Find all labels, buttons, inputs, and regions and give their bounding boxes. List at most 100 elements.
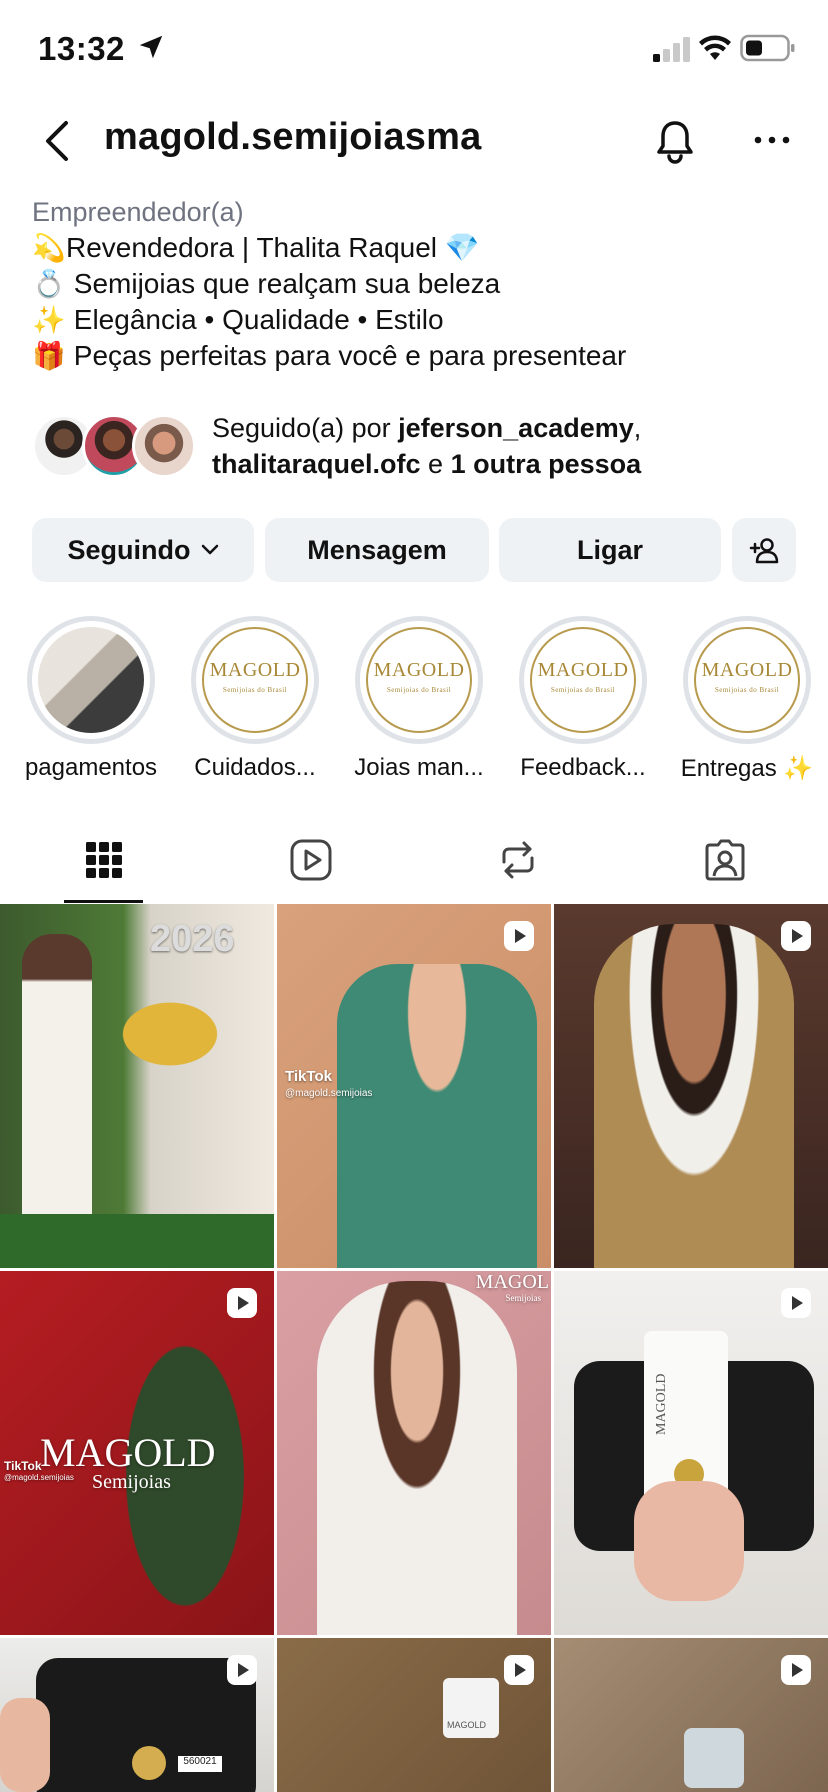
logo-sub: Semijoias do Brasil: [386, 686, 452, 694]
bio-line: ✨ Elegância • Qualidade • Estilo: [32, 302, 812, 338]
tiktok-label: TikTok: [4, 1459, 42, 1473]
post-thumbnail[interactable]: MAGOL Semijoias: [277, 1271, 551, 1635]
magold-corner-sub: Semijoias: [505, 1293, 542, 1303]
bio-line: 💍 Semijoias que realçam sua beleza: [32, 266, 812, 302]
reel-badge-icon: [781, 1655, 811, 1685]
magold-logo: MAGOLD Semijoias do Brasil: [694, 627, 800, 733]
story-highlights: pagamentos MAGOLD Semijoias do Brasil Cui…: [0, 616, 828, 786]
message-button-label: Mensagem: [307, 534, 447, 565]
call-button-label: Ligar: [576, 534, 643, 565]
bio-line: 🎁 Peças perfeitas para você e para prese…: [32, 338, 812, 374]
chevron-down-icon: [201, 544, 218, 555]
highlight-label: Entregas ✨: [680, 755, 814, 782]
profile-category: Empreendedor(a): [32, 197, 244, 227]
post-thumbnail[interactable]: MAGOLD: [554, 1271, 828, 1635]
balloon-numbers: 2026: [150, 918, 235, 960]
gold-seal: [132, 1746, 166, 1780]
mutual-user-link[interactable]: thalitaraquel.ofc: [212, 449, 421, 479]
logo-sub: Semijoias do Brasil: [222, 686, 288, 694]
sparkle-emoji: 💫: [32, 233, 66, 263]
post-thumbnail[interactable]: 560021: [0, 1638, 274, 1792]
post-thumbnail[interactable]: MAGOLD Semijoias TikTok @magold.semijoia…: [0, 1271, 274, 1635]
woman-figure: [317, 1281, 517, 1635]
jewelry-tag-text: MAGOLD: [447, 1720, 487, 1730]
post-thumbnail[interactable]: [554, 1638, 828, 1792]
highlight-label: Cuidados...: [194, 754, 316, 781]
jewelry-tag: [684, 1728, 744, 1788]
following-button[interactable]: Seguindo: [32, 518, 254, 582]
active-tab-indicator: [64, 900, 143, 903]
status-time: 13:32: [38, 30, 125, 67]
logo-name: MAGOLD: [701, 659, 793, 681]
post-thumbnail[interactable]: MAGOLD: [277, 1638, 551, 1792]
profile-tabs: [0, 816, 828, 904]
bio-line-text: Peças perfeitas para você e para present…: [66, 340, 627, 371]
post-thumbnail[interactable]: [554, 904, 828, 1268]
highlight-label: pagamentos: [24, 754, 158, 781]
product-card-text: MAGOLD: [654, 1373, 669, 1435]
logo-name: MAGOLD: [373, 659, 465, 681]
grid-icon: [85, 842, 122, 878]
mutual-user-link[interactable]: jeferson_academy: [398, 413, 634, 443]
bell-icon[interactable]: [654, 118, 696, 164]
bio-line-text: Elegância • Qualidade • Estilo: [66, 304, 444, 335]
more-options-icon[interactable]: [752, 132, 792, 148]
post-thumbnail[interactable]: TikTok @magold.semijoias: [277, 904, 551, 1268]
back-chevron-icon[interactable]: [40, 118, 76, 164]
followed-by-text[interactable]: Seguido(a) por jeferson_academy, thalitar…: [212, 410, 812, 482]
reel-badge-icon: [227, 1288, 257, 1318]
logo-sub: Semijoias do Brasil: [714, 686, 780, 694]
message-button[interactable]: Mensagem: [265, 518, 489, 582]
tab-tagged[interactable]: [621, 816, 828, 904]
magold-logo: MAGOLD Semijoias do Brasil: [202, 627, 308, 733]
tagged-person-icon: [705, 839, 744, 881]
reel-badge-icon: [504, 921, 534, 951]
following-button-label: Seguindo: [67, 534, 191, 565]
receipt-label: 560021: [178, 1756, 222, 1772]
tiktok-handle: @magold.semijoias: [285, 1088, 373, 1099]
ring-emoji: 💍: [32, 269, 66, 299]
logo-name: MAGOLD: [537, 659, 629, 681]
tab-grid[interactable]: [0, 816, 207, 904]
woman-figure: [337, 964, 537, 1268]
sparkles-emoji: ✨: [32, 305, 66, 335]
reel-badge-icon: [504, 1655, 534, 1685]
highlight-ring: MAGOLD Semijoias do Brasil: [683, 616, 811, 744]
tab-reposts[interactable]: [414, 816, 621, 904]
highlight-label: Joias man...: [354, 754, 484, 781]
add-person-icon: [749, 538, 779, 564]
gift-emoji: 🎁: [32, 341, 66, 371]
followed-by-separator: ,: [633, 413, 642, 443]
gold-bow: [110, 994, 230, 1074]
add-person-button[interactable]: [732, 518, 796, 582]
cellular-signal-icon: [653, 37, 690, 62]
magold-logo: MAGOLD Semijoias do Brasil: [366, 627, 472, 733]
magold-corner-logo: MAGOL: [475, 1271, 549, 1293]
repost-icon: [502, 841, 533, 879]
reel-badge-icon: [781, 921, 811, 951]
logo-sub: Semijoias do Brasil: [550, 686, 616, 694]
semijoias-overlay: Semijoias: [92, 1471, 171, 1493]
profile-username: magold.semijoiasma: [104, 116, 482, 158]
bio-line-text: Revendedora | Thalita Raquel 💎: [66, 232, 480, 263]
mutual-others-link[interactable]: 1 outra pessoa: [451, 449, 642, 479]
woman-figure: [22, 934, 92, 1254]
magold-brand-overlay: MAGOLD: [40, 1430, 216, 1475]
profile-bio: Empreendedor(a) 💫Revendedora | Thalita R…: [32, 194, 812, 374]
battery-icon: [740, 34, 795, 62]
grass-floor: [0, 1214, 274, 1268]
highlight-cover: [38, 627, 144, 733]
bio-line-text: Semijoias que realçam sua beleza: [66, 268, 501, 299]
call-button[interactable]: Ligar: [499, 518, 721, 582]
man-figure: [594, 924, 794, 1268]
mutual-followers-avatars[interactable]: [32, 414, 202, 480]
followed-by-prefix: Seguido(a) por: [212, 413, 399, 443]
post-thumbnail[interactable]: 2026: [0, 904, 274, 1268]
reels-icon: [290, 839, 331, 881]
reel-badge-icon: [227, 1655, 257, 1685]
posts-grid: 2026 TikTok @magold.semijoias MAGOLD Sem…: [0, 904, 828, 1792]
highlight-ring: MAGOLD Semijoias do Brasil: [355, 616, 483, 744]
tab-reels[interactable]: [207, 816, 414, 904]
highlight-ring: MAGOLD Semijoias do Brasil: [191, 616, 319, 744]
magold-logo: MAGOLD Semijoias do Brasil: [530, 627, 636, 733]
